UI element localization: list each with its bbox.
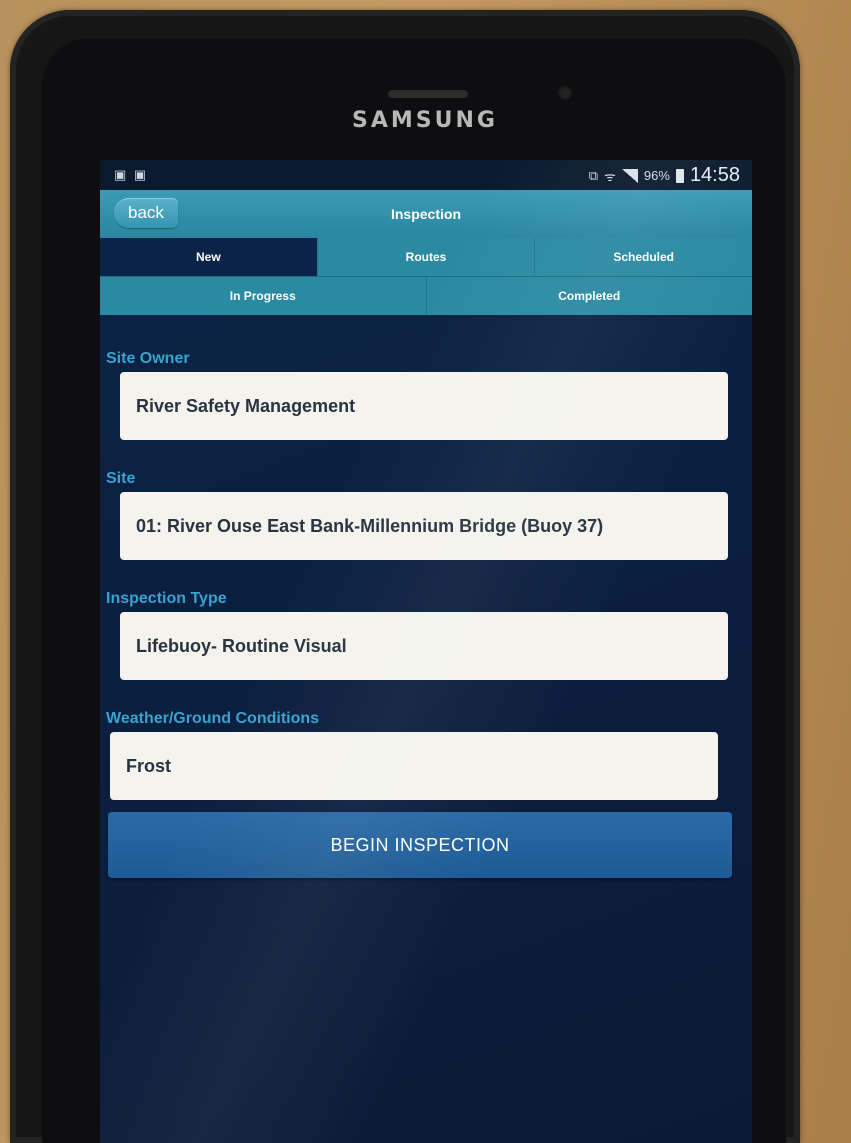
site-field[interactable]: 01: River Ouse East Bank-Millennium Brid… [120, 492, 728, 560]
page-title: Inspection [390, 206, 461, 222]
tab-scheduled[interactable]: Scheduled [535, 238, 752, 276]
tab-new[interactable]: New [100, 238, 318, 276]
status-right-group: ⧉ ᯤ 96% 14:58 [589, 164, 740, 187]
weather-conditions-label: Weather/Ground Conditions [106, 710, 320, 727]
tab-in-progress[interactable]: In Progress [100, 277, 427, 315]
inspection-type-field[interactable]: Lifebuoy- Routine Visual [120, 612, 728, 680]
back-button[interactable]: back [114, 198, 178, 228]
header-bar: Inspection back [100, 190, 752, 238]
battery-icon [675, 168, 684, 183]
tab-completed[interactable]: Completed [427, 277, 753, 315]
site-owner-field[interactable]: River Safety Management [120, 372, 728, 440]
front-camera [560, 88, 570, 98]
tab-row-secondary: In Progress Completed [100, 276, 752, 315]
brand-logo: SAMSUNG [352, 108, 498, 133]
signal-icon [621, 168, 638, 183]
site-owner-label: Site Owner [106, 350, 190, 367]
inspection-type-label: Inspection Type [106, 590, 227, 607]
cast-icon: ⧉ [588, 167, 599, 183]
battery-percent: 96% [643, 168, 670, 183]
status-clock: 14:58 [689, 164, 740, 186]
weather-conditions-field[interactable]: Frost [110, 732, 718, 800]
tab-row-primary: New Routes Scheduled [100, 238, 752, 276]
app-screen: ▣ ▣ ⧉ ᯤ 96% 14:58 Inspection back New Ro… [100, 160, 752, 1143]
notification-image-icon: ▣ ▣ [114, 167, 149, 182]
status-bar: ▣ ▣ ⧉ ᯤ 96% 14:58 [100, 160, 752, 190]
earpiece-speaker [388, 90, 468, 98]
tab-routes[interactable]: Routes [318, 238, 536, 276]
site-label: Site [106, 470, 136, 487]
wifi-icon: ᯤ [604, 168, 616, 184]
begin-inspection-button[interactable]: BEGIN INSPECTION [108, 812, 732, 878]
